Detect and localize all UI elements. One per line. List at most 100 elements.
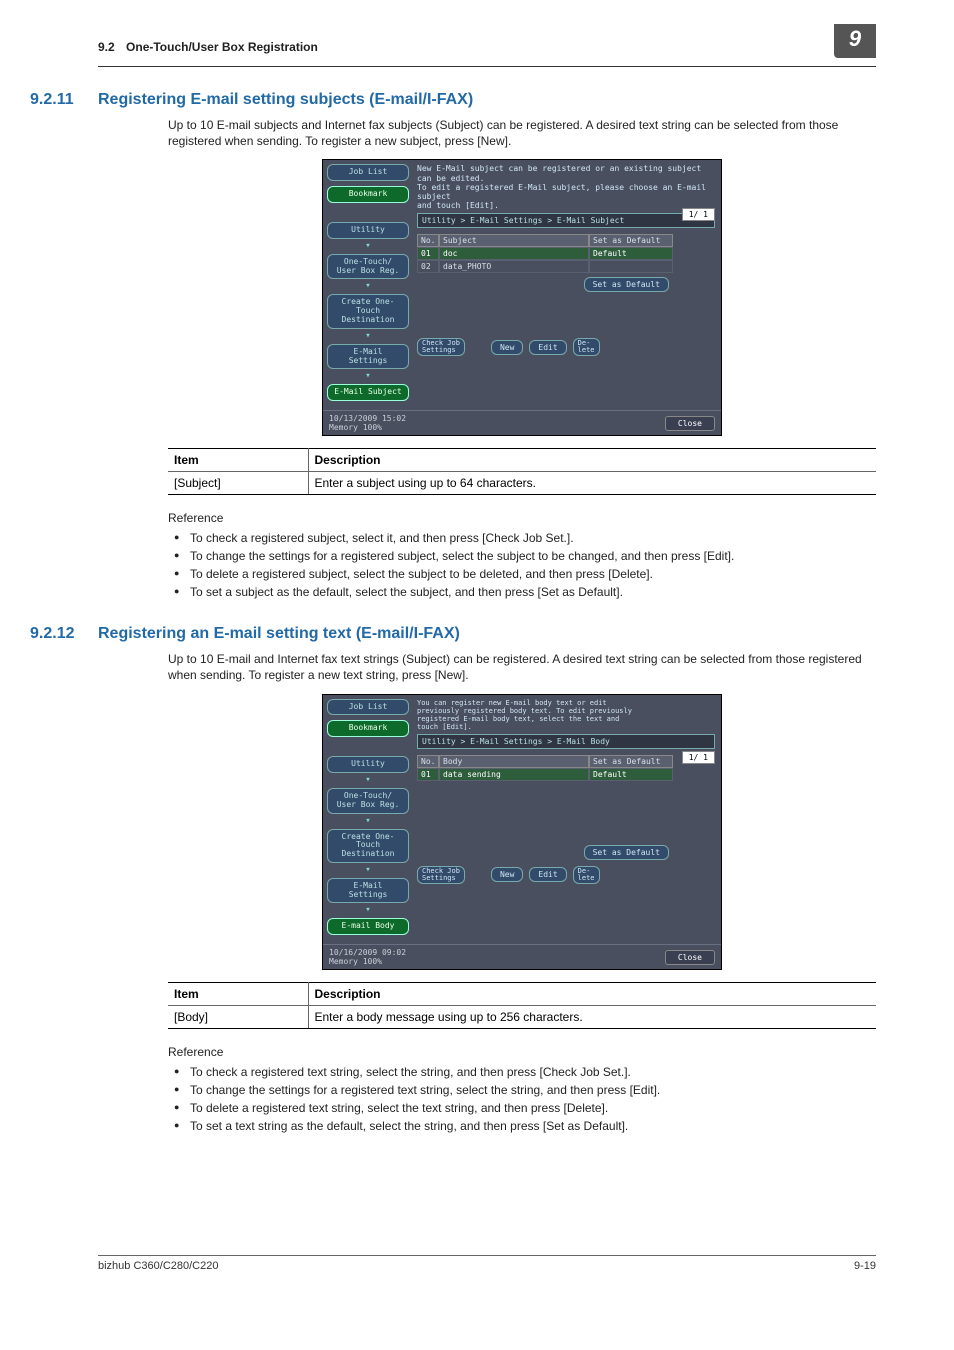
edit-button[interactable]: Edit (529, 867, 566, 882)
cell-subject: data_PHOTO (439, 260, 589, 273)
description-table: Item Description [Body] Enter a body mes… (168, 982, 876, 1029)
table-row[interactable]: 02 data_PHOTO (417, 260, 715, 273)
col-default: Set as Default (589, 755, 673, 768)
arrow-down-icon: ▾ (327, 865, 409, 875)
reference-list: To check a registered text string, selec… (168, 1063, 876, 1135)
reference-heading: Reference (168, 511, 876, 525)
arrow-down-icon: ▾ (327, 281, 409, 291)
list-item: To delete a registered subject, select t… (168, 565, 876, 583)
th-item: Item (168, 983, 308, 1006)
list-item: To change the settings for a registered … (168, 547, 876, 565)
panel-instruction: You can register new E-mail body text or… (417, 699, 715, 731)
cell-default: Default (589, 768, 673, 781)
reference-heading: Reference (168, 1045, 876, 1059)
col-default: Set as Default (589, 234, 673, 247)
panel-statusbar: 10/13/2009 15:02 Memory 100% Close (323, 410, 721, 435)
td-description: Enter a subject using up to 64 character… (308, 472, 876, 495)
edit-button[interactable]: Edit (529, 340, 566, 355)
panel-instruction: New E-Mail subject can be registered or … (417, 164, 715, 210)
list-item: To check a registered text string, selec… (168, 1063, 876, 1081)
list-item: To set a text string as the default, sel… (168, 1117, 876, 1135)
panel-job-list-button[interactable]: Job List (327, 164, 409, 181)
cell-default (589, 260, 673, 273)
panel-email-settings-button[interactable]: E-Mail Settings (327, 878, 409, 904)
delete-button[interactable]: De- lete (573, 338, 600, 356)
new-button[interactable]: New (491, 867, 523, 882)
section-number: 9.2.12 (16, 625, 98, 643)
panel-bookmark-button[interactable]: Bookmark (327, 720, 409, 737)
page-indicator: 1/ 1 (682, 208, 715, 221)
panel-create-destination-button[interactable]: Create One-Touch Destination (327, 829, 409, 863)
cell-default: Default (589, 247, 673, 260)
col-subject: Subject (439, 234, 589, 247)
set-default-button[interactable]: Set as Default (584, 277, 669, 292)
device-screenshot-body: Job List Bookmark Utility ▾ One-Touch/ U… (322, 694, 722, 971)
panel-job-list-button[interactable]: Job List (327, 699, 409, 716)
cell-body: data sending (439, 768, 589, 781)
status-memory: Memory 100% (329, 423, 406, 432)
section-number: 9.2.11 (16, 91, 98, 109)
cell-no: 02 (417, 260, 439, 273)
page-indicator: 1/ 1 (682, 751, 715, 764)
th-description: Description (308, 983, 876, 1006)
panel-breadcrumb: Utility > E-Mail Settings > E-Mail Body (417, 734, 715, 749)
header-section-title: One-Touch/User Box Registration (126, 40, 318, 54)
panel-onetouch-button[interactable]: One-Touch/ User Box Reg. (327, 788, 409, 814)
table-row[interactable]: 01 doc Default (417, 247, 715, 260)
td-description: Enter a body message using up to 256 cha… (308, 1006, 876, 1029)
td-item: [Body] (168, 1006, 308, 1029)
panel-statusbar: 10/16/2009 09:02 Memory 100% Close (323, 944, 721, 969)
section-heading: 9.2.12 Registering an E-mail setting tex… (98, 625, 876, 643)
panel-onetouch-button[interactable]: One-Touch/ User Box Reg. (327, 254, 409, 280)
arrow-down-icon: ▾ (327, 331, 409, 341)
list-item: To delete a registered text string, sele… (168, 1099, 876, 1117)
close-button[interactable]: Close (665, 950, 715, 965)
panel-current-button[interactable]: E-Mail Subject (327, 384, 409, 401)
col-no: No. (417, 234, 439, 247)
section-title: Registering an E-mail setting text (E-ma… (98, 625, 460, 643)
panel-utility-button[interactable]: Utility (327, 756, 409, 773)
cell-no: 01 (417, 768, 439, 781)
panel-email-settings-button[interactable]: E-Mail Settings (327, 344, 409, 370)
panel-current-button[interactable]: E-mail Body (327, 918, 409, 935)
td-item: [Subject] (168, 472, 308, 495)
th-description: Description (308, 449, 876, 472)
description-table: Item Description [Subject] Enter a subje… (168, 448, 876, 495)
new-button[interactable]: New (491, 340, 523, 355)
chapter-tab: 9 (834, 24, 876, 58)
panel-bookmark-button[interactable]: Bookmark (327, 186, 409, 203)
section-heading: 9.2.11 Registering E-mail setting subjec… (98, 91, 876, 109)
page-footer: bizhub C360/C280/C220 9-19 (98, 1255, 876, 1272)
delete-button[interactable]: De- lete (573, 866, 600, 884)
col-no: No. (417, 755, 439, 768)
page-header: 9.2 One-Touch/User Box Registration 9 (98, 30, 876, 67)
panel-create-destination-button[interactable]: Create One-Touch Destination (327, 294, 409, 328)
panel-table-header: No. Body Set as Default (417, 755, 715, 768)
header-section-number: 9.2 (98, 40, 115, 54)
device-screenshot-subject: Job List Bookmark Utility ▾ One-Touch/ U… (322, 159, 722, 436)
close-button[interactable]: Close (665, 416, 715, 431)
footer-page: 9-19 (854, 1260, 876, 1272)
footer-model: bizhub C360/C280/C220 (98, 1260, 218, 1272)
check-job-button[interactable]: Check Job Settings (417, 866, 465, 884)
panel-utility-button[interactable]: Utility (327, 222, 409, 239)
check-job-button[interactable]: Check Job Settings (417, 338, 465, 356)
intro-paragraph: Up to 10 E-mail and Internet fax text st… (168, 651, 876, 683)
status-datetime: 10/13/2009 15:02 (329, 414, 406, 423)
list-item: To set a subject as the default, select … (168, 583, 876, 601)
arrow-down-icon: ▾ (327, 241, 409, 251)
panel-breadcrumb: Utility > E-Mail Settings > E-Mail Subje… (417, 213, 715, 228)
status-memory: Memory 100% (329, 957, 406, 966)
section-title: Registering E-mail setting subjects (E-m… (98, 91, 473, 109)
table-row[interactable]: 01 data sending Default (417, 768, 715, 781)
col-body: Body (439, 755, 589, 768)
list-item: To check a registered subject, select it… (168, 529, 876, 547)
set-default-button[interactable]: Set as Default (584, 845, 669, 860)
cell-no: 01 (417, 247, 439, 260)
arrow-down-icon: ▾ (327, 816, 409, 826)
intro-paragraph: Up to 10 E-mail subjects and Internet fa… (168, 117, 876, 149)
reference-list: To check a registered subject, select it… (168, 529, 876, 601)
cell-subject: doc (439, 247, 589, 260)
status-datetime: 10/16/2009 09:02 (329, 948, 406, 957)
arrow-down-icon: ▾ (327, 905, 409, 915)
